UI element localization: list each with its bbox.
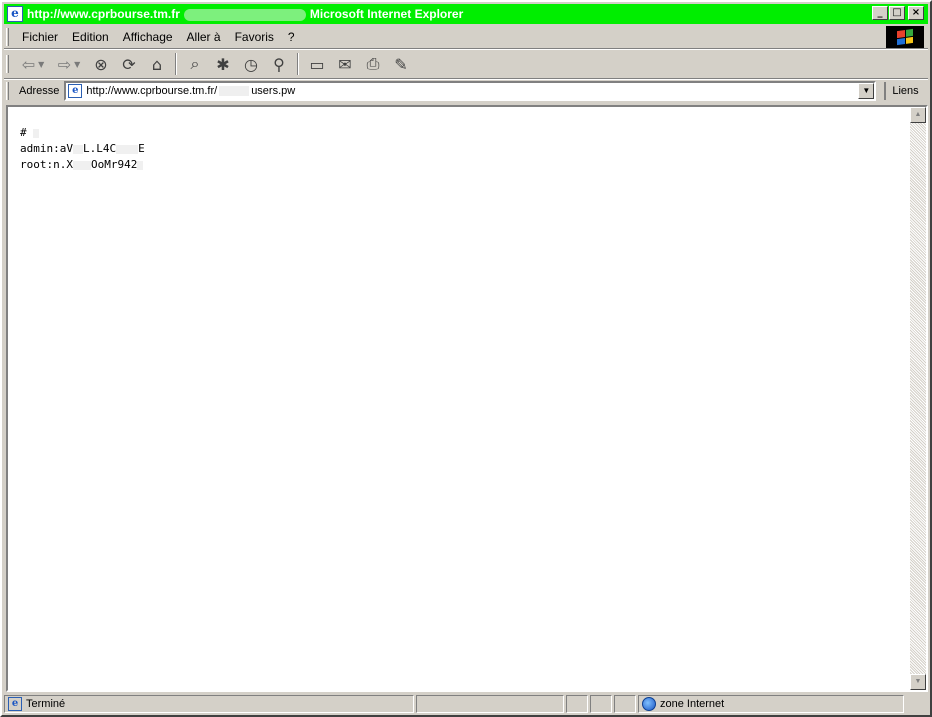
page-icon: e [68,84,83,98]
home-button[interactable]: ⌂ [143,52,171,76]
title-bar[interactable]: e http://www.cprbourse.tm.fr Microsoft In… [4,4,928,24]
menu-grip[interactable] [6,28,9,46]
minimize-button[interactable]: _ [872,6,888,20]
menu-affichage[interactable]: Affichage [116,30,180,44]
status-pane [566,695,588,713]
links-button[interactable]: Liens [884,82,919,100]
vertical-scrollbar[interactable]: ▲ ▼ [910,107,926,690]
favorites-icon: ✱ [216,54,230,74]
print-button[interactable]: ⎙ [359,52,387,76]
window-title: http://www.cprbourse.tm.fr Microsoft Inte… [27,7,463,21]
globe-icon [642,697,656,711]
file-content: # admin:aV L.L4C E root:n.X OoMr942 [20,125,145,173]
menu-help[interactable]: ? [281,30,302,44]
redaction-mark [72,144,83,154]
address-grip[interactable] [6,82,9,100]
menu-fichier[interactable]: Fichier [15,30,65,44]
search-button[interactable]: ⌕ [181,52,209,76]
edit-button[interactable]: ✎ [387,52,415,76]
security-zone: zone Internet [660,698,725,710]
redaction-mark [219,86,250,97]
maximize-button[interactable]: □ [889,6,905,20]
redaction-mark [137,160,144,170]
search-icon: ⌕ [190,54,200,73]
redaction-mark [116,144,139,154]
status-pane [590,695,612,713]
address-bar: Adresse e http://www.cprbourse.tm.fr/use… [6,80,926,102]
refresh-button[interactable]: ⟳ [115,52,143,76]
page-icon: e [8,697,22,711]
address-label: Adresse [19,85,60,97]
chevron-down-icon: ▼ [74,59,81,69]
status-bar: e Terminé zone Internet [4,695,928,715]
content-line: OoMr942 [90,158,138,171]
back-icon: ⇦ [21,54,36,74]
address-input[interactable]: e http://www.cprbourse.tm.fr/users.pw ▼ [64,81,877,101]
content-line: L.L4C [82,142,117,155]
status-pane-progress [416,695,564,713]
status-text: Terminé [26,698,66,710]
redaction-mark [33,128,40,138]
redaction-mark [72,160,91,170]
toolbar-separator [297,53,299,75]
scroll-down-button[interactable]: ▼ [910,674,926,690]
address-url-end: users.pw [251,85,296,97]
toolbar: ⇦ ▼ ⇨ ▼ ⊗ ⟳ ⌂ ⌕ ✱ ◷ ⚲ ▭ ✉ ⎙ ✎ [6,50,926,78]
favorites-button[interactable]: ✱ [209,52,237,76]
mail-button[interactable]: ✉ [331,52,359,76]
history-button[interactable]: ◷ [237,52,265,76]
redaction-mark [183,8,306,21]
status-pane [614,695,636,713]
page-content: # admin:aV L.L4C E root:n.X OoMr942 ▲ ▼ [6,105,928,692]
menu-aller-a[interactable]: Aller à [180,30,228,44]
print-icon: ⎙ [366,54,380,73]
windows-logo [886,26,924,48]
menu-edition[interactable]: Edition [65,30,116,44]
stop-icon: ⊗ [94,54,108,74]
edit-icon: ✎ [394,54,408,74]
history-icon: ◷ [244,54,258,74]
menu-favoris[interactable]: Favoris [228,30,281,44]
windows-flag-icon [897,28,913,46]
channels-button[interactable]: ⚲ [265,52,293,76]
ie-icon[interactable]: e [7,6,23,22]
status-pane-text: e Terminé [4,695,414,713]
channels-icon: ⚲ [273,54,285,74]
stop-button[interactable]: ⊗ [87,52,115,76]
mail-icon: ✉ [338,54,352,74]
forward-icon: ⇨ [57,54,72,74]
menu-bar: Fichier Edition Affichage Aller à Favori… [6,26,886,48]
toolbar-separator [175,53,177,75]
content-line: E [138,142,145,155]
address-dropdown-button[interactable]: ▼ [858,83,875,99]
address-url-start: http://www.cprbourse.tm.fr/ [86,85,218,97]
content-line: admin:aV [20,142,73,155]
refresh-icon: ⟳ [122,54,136,74]
address-url[interactable]: http://www.cprbourse.tm.fr/users.pw [86,85,295,97]
status-pane-zone: zone Internet [638,695,904,713]
title-url: http://www.cprbourse.tm.fr [27,7,180,21]
home-icon: ⌂ [151,54,163,74]
browser-window: e http://www.cprbourse.tm.fr Microsoft In… [0,0,932,717]
content-line: root:n.X [20,158,73,171]
back-button[interactable]: ⇦ ▼ [15,52,51,76]
close-button[interactable]: × [908,6,924,20]
forward-button[interactable]: ⇨ ▼ [51,52,87,76]
content-line: # [20,126,34,139]
title-app-name: Microsoft Internet Explorer [309,7,464,21]
chevron-down-icon: ▼ [38,59,45,69]
toolbar-grip[interactable] [6,55,9,73]
fullscreen-icon: ▭ [309,54,325,74]
fullscreen-button[interactable]: ▭ [303,52,331,76]
scroll-up-button[interactable]: ▲ [910,107,926,123]
